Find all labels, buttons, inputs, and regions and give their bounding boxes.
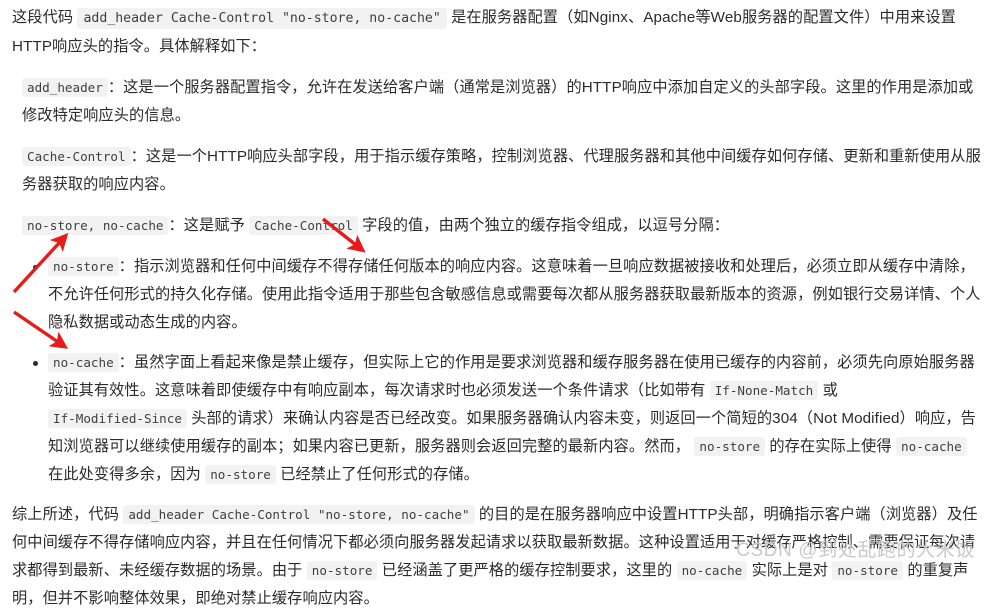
code-inline-3: no-store bbox=[306, 561, 378, 580]
code-inline-1: add_header Cache-Control "no-store, no-c… bbox=[123, 505, 475, 524]
code-inline-7: no-cache bbox=[896, 437, 967, 456]
definition-directive-values: no-store, no-cache ：这是赋予 Cache-Control 字段… bbox=[22, 212, 981, 240]
lead-text-before: 这段代码 bbox=[12, 9, 78, 26]
code-cache-control-term: Cache-Control bbox=[22, 147, 131, 166]
list-item-no-store: no-store ：指示浏览器和任何中间缓存不得存储任何版本的响应内容。这意味着一… bbox=[33, 253, 981, 337]
lead-paragraph: 这段代码 add_header Cache-Control "no-store,… bbox=[12, 4, 981, 61]
code-add-header-directive: add_header Cache-Control "no-store, no-c… bbox=[77, 8, 447, 29]
code-no-store-term: no-store bbox=[48, 257, 119, 276]
value-text-before: ：这是赋予 bbox=[168, 217, 250, 234]
code-cache-control-ref: Cache-Control bbox=[249, 216, 358, 235]
code-add-header-term: add_header bbox=[22, 78, 108, 97]
code-inline-5: no-cache bbox=[676, 561, 748, 580]
code-no-cache-term: no-cache bbox=[48, 353, 119, 372]
code-inline-1: If-None-Match bbox=[709, 381, 819, 400]
definition-add-header: add_header ：这是一个服务器配置指令，允许在发送给客户端（通常是浏览器）… bbox=[22, 74, 981, 130]
code-inline-3: If-Modified-Since bbox=[48, 409, 187, 428]
definition-add-header-text: ：这是一个服务器配置指令，允许在发送给客户端（通常是浏览器）的HTTP响应中添加… bbox=[22, 79, 974, 124]
code-inline-9: no-store bbox=[205, 465, 276, 484]
code-no-store-no-cache-term: no-store, no-cache bbox=[22, 216, 169, 235]
article-body: 这段代码 add_header Cache-Control "no-store,… bbox=[0, 0, 989, 607]
directive-bullet-list: no-store ：指示浏览器和任何中间缓存不得存储任何版本的响应内容。这意味着一… bbox=[12, 253, 981, 489]
csdn-watermark: CSDN @到处乱跑的大米饭 bbox=[736, 540, 975, 561]
list-item-no-store-text: ：指示浏览器和任何中间缓存不得存储任何版本的响应内容。这意味着一旦响应数据被接收… bbox=[48, 258, 981, 331]
code-inline-5: no-store bbox=[694, 437, 766, 456]
code-inline-7: no-store bbox=[832, 561, 903, 580]
definition-cache-control-text: ：这是一个HTTP响应头部字段，用于指示缓存策略，控制浏览器、代理服务器和其他中… bbox=[22, 148, 981, 193]
list-item-no-cache: no-cache ：虽然字面上看起来像是禁止缓存，但实际上它的作用是要求浏览器和缓… bbox=[33, 349, 981, 489]
definition-cache-control: Cache-Control ：这是一个HTTP响应头部字段，用于指示缓存策略，控制… bbox=[22, 143, 981, 199]
value-text-after: 字段的值，由两个独立的缓存指令组成，以逗号分隔： bbox=[357, 217, 730, 234]
list-item-no-cache-text: ：虽然字面上看起来像是禁止缓存，但实际上它的作用是要求浏览器和缓存服务器在使用已… bbox=[48, 354, 976, 484]
